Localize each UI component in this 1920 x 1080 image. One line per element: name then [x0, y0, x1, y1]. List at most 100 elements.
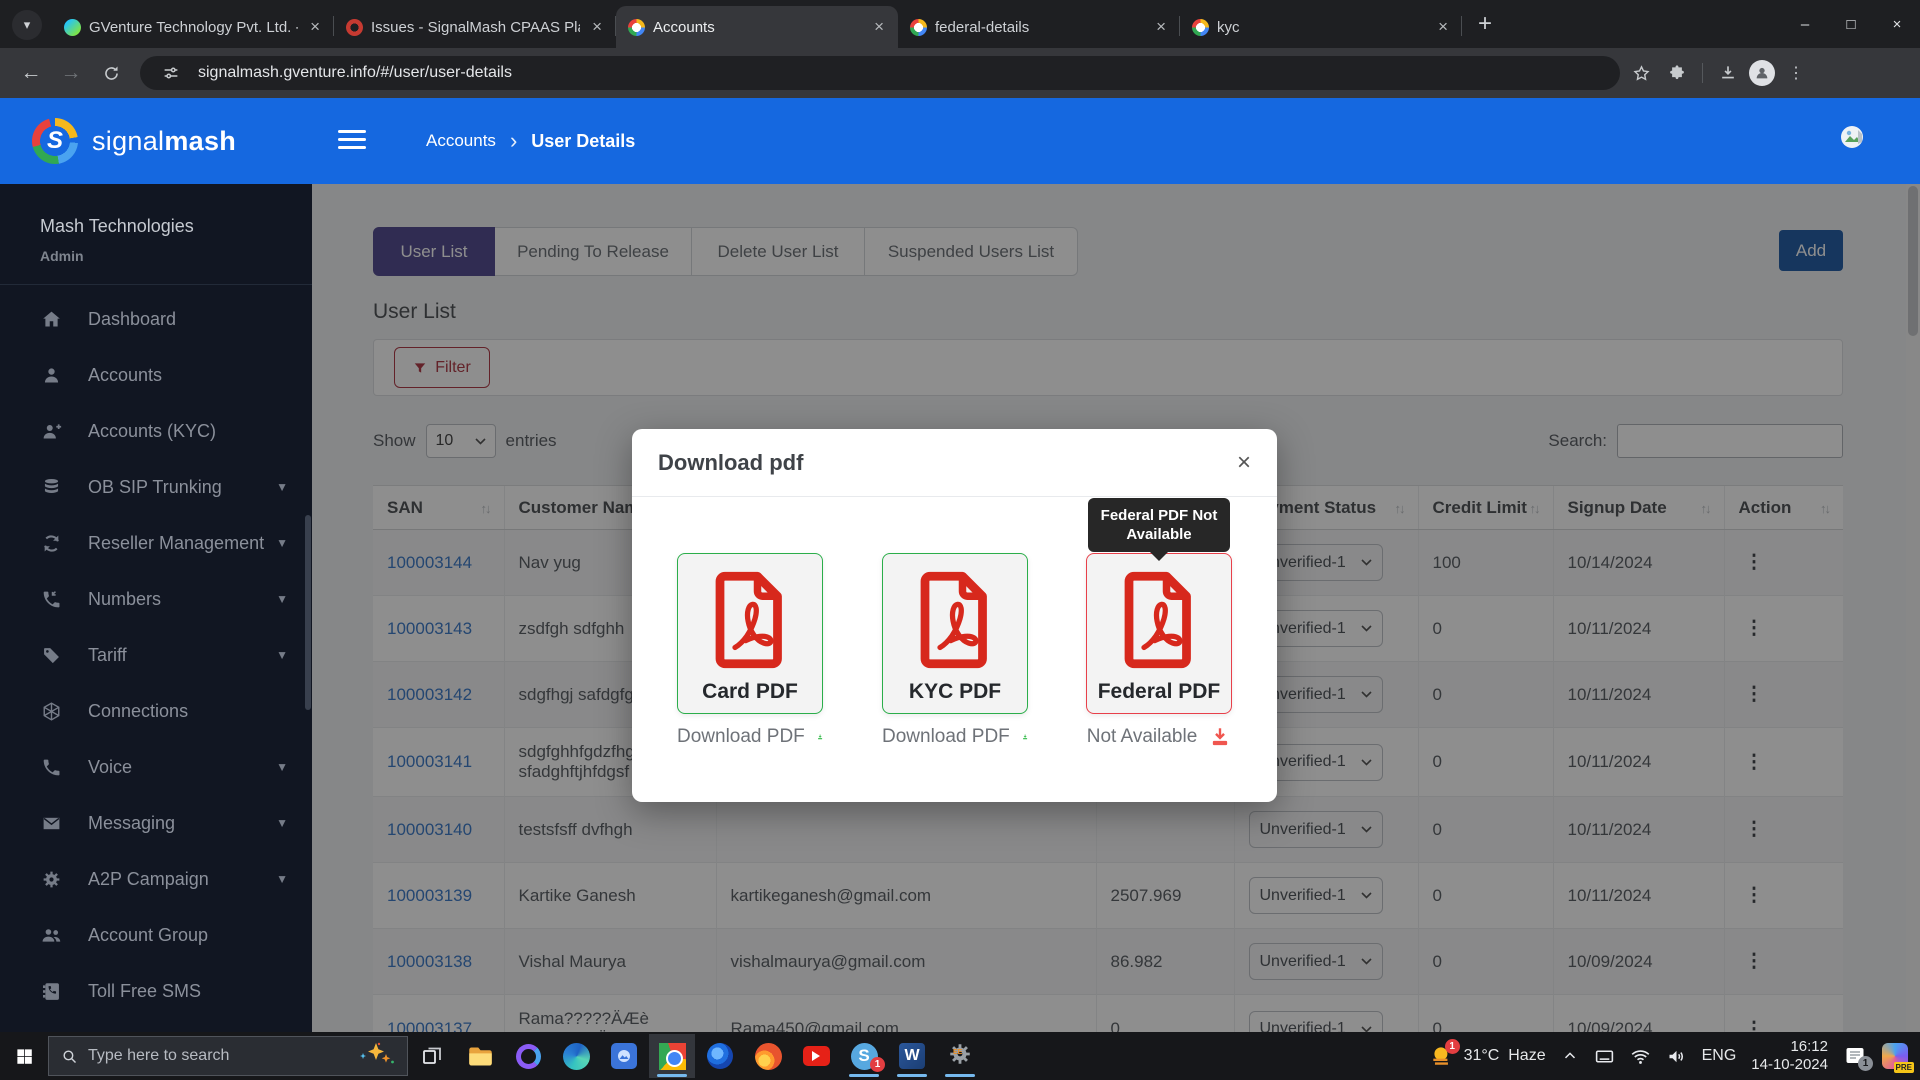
copilot-sparkle-icon[interactable] [357, 1041, 395, 1072]
taskbar-app-chrome-icon[interactable] [649, 1034, 695, 1078]
tray-expand-chevron-icon[interactable] [1561, 1047, 1579, 1065]
tab-close-icon[interactable]: × [1434, 17, 1452, 37]
wifi-icon[interactable] [1630, 1046, 1651, 1067]
tab-search-icon[interactable]: ▾ [12, 10, 42, 40]
taskbar-app-task-view-icon[interactable] [409, 1034, 455, 1078]
touch-keyboard-icon[interactable] [1594, 1046, 1615, 1067]
sidebar-item-voice[interactable]: Voice▼ [0, 739, 312, 795]
site-settings-icon[interactable] [156, 58, 186, 88]
pdf-card-card-pdf: Card PDF Download PDF [677, 553, 823, 748]
language-indicator[interactable]: ENG [1702, 1047, 1737, 1065]
download-pdf-action[interactable]: Download PDF [882, 726, 1028, 748]
gventure-favicon-icon [64, 19, 81, 36]
tab-title: GVenture Technology Pvt. Ltd. - [89, 19, 298, 36]
download-pdf-action[interactable]: Download PDF [677, 726, 823, 748]
reload-button[interactable] [94, 56, 128, 90]
signalmash-favicon-icon [628, 19, 645, 36]
sidebar-item-ob-sip-trunking[interactable]: OB SIP Trunking▼ [0, 459, 312, 515]
window-controls: – □ × [1782, 0, 1920, 48]
tab-close-icon[interactable]: × [306, 17, 324, 37]
page-title: User Details [531, 131, 635, 152]
sidebar-toggle-icon[interactable] [338, 130, 366, 154]
pdf-card-box[interactable]: Federal PDF [1086, 553, 1232, 714]
taskbar-app-youtube-icon[interactable] [793, 1034, 839, 1078]
pdf-card-federal-pdf: Federal PDF Not Available [1086, 553, 1232, 748]
tab-close-icon[interactable]: × [1152, 17, 1170, 37]
pdf-file-icon [914, 570, 996, 670]
browser-menu-icon[interactable]: ⋮ [1781, 58, 1811, 88]
browser-tab-issues-signalmash-cpaas-plat[interactable]: Issues - SignalMash CPAAS Plat× [334, 6, 616, 48]
breadcrumb-accounts-link[interactable]: Accounts [426, 131, 496, 151]
browser-toolbar: ← → signalmash.gventure.info/#/user/user… [0, 48, 1920, 98]
downloads-icon[interactable] [1713, 58, 1743, 88]
sidebar-item-connections[interactable]: Connections [0, 683, 312, 739]
taskbar-search-box[interactable]: Type here to search [48, 1036, 408, 1076]
new-tab-button[interactable]: + [1478, 10, 1492, 38]
browser-tab-accounts[interactable]: Accounts× [616, 6, 898, 48]
taskbar-app-word-icon[interactable]: W [889, 1034, 935, 1078]
taskbar-app-firefox-icon[interactable] [745, 1034, 791, 1078]
browser-tab-gventure-technology-pvt-ltd[interactable]: GVenture Technology Pvt. Ltd. - × [52, 6, 334, 48]
chevron-down-icon: ▼ [276, 872, 288, 886]
user-avatar-broken-image-icon[interactable] [1836, 122, 1868, 154]
url-bar[interactable]: signalmash.gventure.info/#/user/user-det… [140, 56, 1620, 90]
sidebar-item-accounts[interactable]: Accounts [0, 347, 312, 403]
browser-tab-kyc[interactable]: kyc× [1180, 6, 1462, 48]
bookmark-star-icon[interactable] [1626, 58, 1656, 88]
brand-logo[interactable]: S signalmash [0, 98, 312, 184]
taskbar: Type here to search S1WEE 1 31°C Haze [0, 1032, 1920, 1080]
window-minimize-button[interactable]: – [1782, 0, 1828, 48]
taskbar-app-paint3d-icon[interactable] [697, 1034, 743, 1078]
sidebar-item-messaging[interactable]: Messaging▼ [0, 795, 312, 851]
tab-close-icon[interactable]: × [588, 17, 606, 37]
notification-center-icon[interactable]: 1 [1843, 1044, 1867, 1068]
taskbar-app-ide-icon[interactable]: EE [937, 1034, 983, 1078]
search-icon [61, 1048, 78, 1065]
tray-time: 16:12 [1751, 1038, 1828, 1056]
sidebar-menu: DashboardAccountsAccounts (KYC)OB SIP Tr… [0, 291, 312, 1019]
sidebar-scrollbar[interactable] [305, 515, 311, 710]
pdf-card-box[interactable]: Card PDF [677, 553, 823, 714]
back-button[interactable]: ← [14, 56, 48, 90]
weather-icon: 1 [1429, 1043, 1455, 1069]
windows-logo-icon [15, 1047, 34, 1066]
sidebar-item-tariff[interactable]: Tariff▼ [0, 627, 312, 683]
forward-button[interactable]: → [54, 56, 88, 90]
phone-incoming-icon [41, 589, 62, 610]
browser-tab-federal-details[interactable]: federal-details× [898, 6, 1180, 48]
home-icon [41, 309, 62, 330]
taskbar-app-loop-icon[interactable] [505, 1034, 551, 1078]
copilot-icon[interactable]: PRE [1882, 1043, 1908, 1069]
volume-icon[interactable] [1666, 1046, 1687, 1067]
pdf-card-box[interactable]: KYC PDF [882, 553, 1028, 714]
sidebar-item-toll-free-sms[interactable]: Toll Free SMS [0, 963, 312, 1019]
signalmash-logo-icon: S [32, 118, 78, 164]
sidebar-item-a2p-campaign[interactable]: A2P Campaign▼ [0, 851, 312, 907]
browser-profile-avatar[interactable] [1749, 60, 1775, 86]
not-available-action: Not Available [1086, 726, 1232, 748]
extensions-icon[interactable] [1662, 58, 1692, 88]
clock[interactable]: 16:12 14-10-2024 [1751, 1038, 1828, 1074]
sidebar-item-account-group[interactable]: Account Group [0, 907, 312, 963]
taskbar-app-skype-icon[interactable]: S1 [841, 1034, 887, 1078]
start-button[interactable] [0, 1032, 48, 1080]
sidebar-item-reseller-management[interactable]: Reseller Management▼ [0, 515, 312, 571]
database-icon [41, 477, 62, 498]
modal-close-icon[interactable]: × [1237, 451, 1251, 475]
taskbar-app-file-explorer-icon[interactable] [457, 1034, 503, 1078]
sidebar-item-dashboard[interactable]: Dashboard [0, 291, 312, 347]
window-close-button[interactable]: × [1874, 0, 1920, 48]
sidebar-item-accounts-kyc[interactable]: Accounts (KYC) [0, 403, 312, 459]
sidebar-item-numbers[interactable]: Numbers▼ [0, 571, 312, 627]
screen: ▾ GVenture Technology Pvt. Ltd. -×Issues… [0, 0, 1920, 1080]
taskbar-app-photos-icon[interactable] [601, 1034, 647, 1078]
tab-close-icon[interactable]: × [870, 17, 888, 37]
user-plus-icon [41, 421, 62, 442]
weather-widget[interactable]: 1 31°C Haze [1429, 1043, 1546, 1069]
taskbar-app-edge-icon[interactable] [553, 1034, 599, 1078]
weather-badge: 1 [1445, 1039, 1460, 1054]
window-maximize-button[interactable]: □ [1828, 0, 1874, 48]
action-label: Download PDF [677, 726, 805, 748]
mail-icon [41, 813, 62, 834]
taskbar-search-placeholder: Type here to search [88, 1047, 229, 1065]
